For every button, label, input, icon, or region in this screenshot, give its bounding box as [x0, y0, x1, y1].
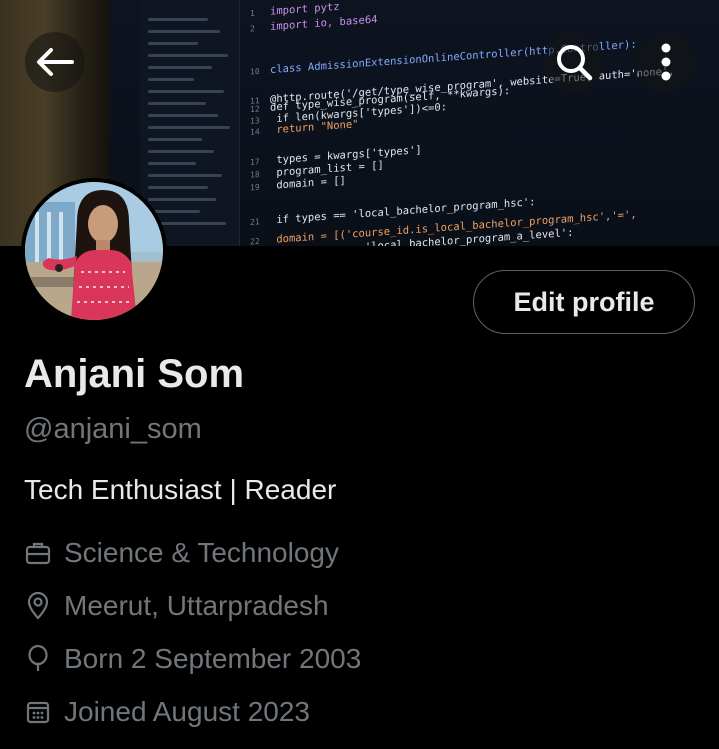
- user-handle: @anjani_som: [24, 413, 202, 445]
- avatar-photo: [25, 182, 163, 320]
- profile-birthday: Born 2 September 2003: [24, 643, 361, 675]
- location-pin-icon: [24, 592, 52, 620]
- briefcase-icon: [24, 539, 52, 567]
- more-vertical-icon: [661, 43, 671, 81]
- bio: Tech Enthusiast | Reader: [24, 474, 337, 505]
- search-icon: [557, 45, 593, 81]
- profile-joined: Joined August 2023: [24, 696, 310, 728]
- banner-file-tree: [140, 0, 240, 246]
- more-button[interactable]: [636, 32, 696, 92]
- balloon-icon: [24, 645, 52, 673]
- location-text: Meerut, Uttarpradesh: [64, 590, 329, 621]
- category-text: Science & Technology: [64, 537, 339, 568]
- search-button[interactable]: [544, 32, 604, 92]
- display-name: Anjani Som: [24, 352, 245, 396]
- calendar-icon: [24, 698, 52, 726]
- edit-profile-button[interactable]: Edit profile: [473, 270, 695, 334]
- profile-category: Science & Technology: [24, 537, 339, 569]
- birthday-text: Born 2 September 2003: [64, 643, 362, 674]
- back-button[interactable]: [25, 32, 85, 92]
- arrow-left-icon: [37, 48, 74, 76]
- profile-location: Meerut, Uttarpradesh: [24, 590, 329, 622]
- joined-text: Joined August 2023: [64, 696, 310, 727]
- avatar[interactable]: [21, 178, 167, 324]
